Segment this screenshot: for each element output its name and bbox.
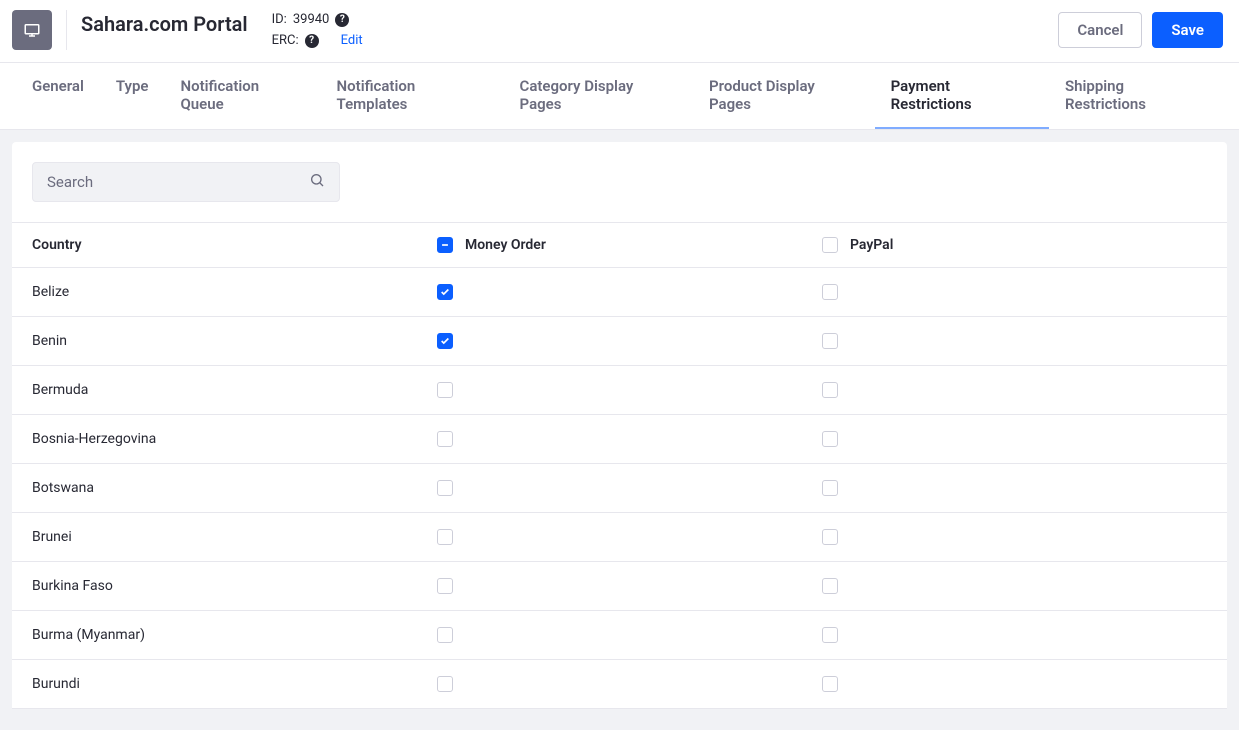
info-icon[interactable]: ? [305,34,319,48]
page-header: Sahara.com Portal ID: 39940 ? ERC: ? Edi… [0,0,1239,63]
search-input[interactable] [47,173,309,191]
country-cell: Botswana [32,480,437,496]
edit-link[interactable]: Edit [341,31,363,52]
table-row: Brunei [12,513,1227,562]
table-row: Belize [12,268,1227,317]
column-header: PayPal [822,237,1207,253]
restriction-checkbox[interactable] [822,676,838,692]
country-header: Country [32,237,437,253]
country-cell: Burundi [32,676,437,692]
restriction-checkbox[interactable] [437,333,453,349]
table-header: Country Money Order PayPal [12,222,1227,268]
restriction-checkbox[interactable] [822,382,838,398]
restriction-checkbox[interactable] [822,284,838,300]
table-body: Belize Benin Bermuda Bosnia-Herzegovina Bots… [12,268,1227,709]
tab-category-display-pages[interactable]: Category Display Pages [504,63,693,129]
restrictions-table: Country Money Order PayPal Belize Benin Berm… [12,222,1227,709]
info-icon[interactable]: ? [335,13,349,27]
header-divider [66,10,67,50]
restriction-checkbox[interactable] [437,431,453,447]
tab-bar: GeneralTypeNotification QueueNotificatio… [0,63,1239,130]
restriction-checkbox[interactable] [437,578,453,594]
tab-general[interactable]: General [16,63,100,129]
restriction-checkbox[interactable] [437,676,453,692]
column-label: Money Order [465,237,546,253]
country-cell: Burkina Faso [32,578,437,594]
table-row: Burkina Faso [12,562,1227,611]
page-title: Sahara.com Portal [81,10,248,36]
country-cell: Belize [32,284,437,300]
country-cell: Bermuda [32,382,437,398]
header-meta: ID: 39940 ? ERC: ? Edit [272,10,363,52]
search-box[interactable] [32,162,340,202]
country-cell: Bosnia-Herzegovina [32,431,437,447]
tab-notification-templates[interactable]: Notification Templates [321,63,504,129]
restriction-checkbox[interactable] [822,333,838,349]
select-all-checkbox[interactable] [437,237,453,253]
table-row: Burundi [12,660,1227,709]
search-icon[interactable] [309,172,325,192]
tab-shipping-restrictions[interactable]: Shipping Restrictions [1049,63,1223,129]
column-header: Money Order [437,237,822,253]
restriction-checkbox[interactable] [822,431,838,447]
tab-type[interactable]: Type [100,63,165,129]
column-label: PayPal [850,237,893,253]
restriction-checkbox[interactable] [822,529,838,545]
restriction-checkbox[interactable] [822,578,838,594]
id-label: ID: [272,10,287,31]
table-row: Bosnia-Herzegovina [12,415,1227,464]
table-row: Botswana [12,464,1227,513]
table-row: Benin [12,317,1227,366]
restriction-checkbox[interactable] [822,627,838,643]
restriction-checkbox[interactable] [437,284,453,300]
panel: Country Money Order PayPal Belize Benin Berm… [12,142,1227,709]
select-all-checkbox[interactable] [822,237,838,253]
restriction-checkbox[interactable] [822,480,838,496]
save-button[interactable]: Save [1152,12,1223,48]
tab-product-display-pages[interactable]: Product Display Pages [693,63,875,129]
restriction-checkbox[interactable] [437,480,453,496]
cancel-button[interactable]: Cancel [1058,12,1142,48]
tab-notification-queue[interactable]: Notification Queue [164,63,320,129]
country-cell: Burma (Myanmar) [32,627,437,643]
restriction-checkbox[interactable] [437,529,453,545]
table-row: Bermuda [12,366,1227,415]
table-row: Burma (Myanmar) [12,611,1227,660]
country-cell: Brunei [32,529,437,545]
channel-icon [12,10,52,50]
restriction-checkbox[interactable] [437,382,453,398]
country-cell: Benin [32,333,437,349]
id-value: 39940 [293,10,330,31]
restriction-checkbox[interactable] [437,627,453,643]
content-area: Country Money Order PayPal Belize Benin Berm… [0,130,1239,730]
tab-payment-restrictions[interactable]: Payment Restrictions [875,63,1049,129]
erc-label: ERC: [272,31,299,52]
